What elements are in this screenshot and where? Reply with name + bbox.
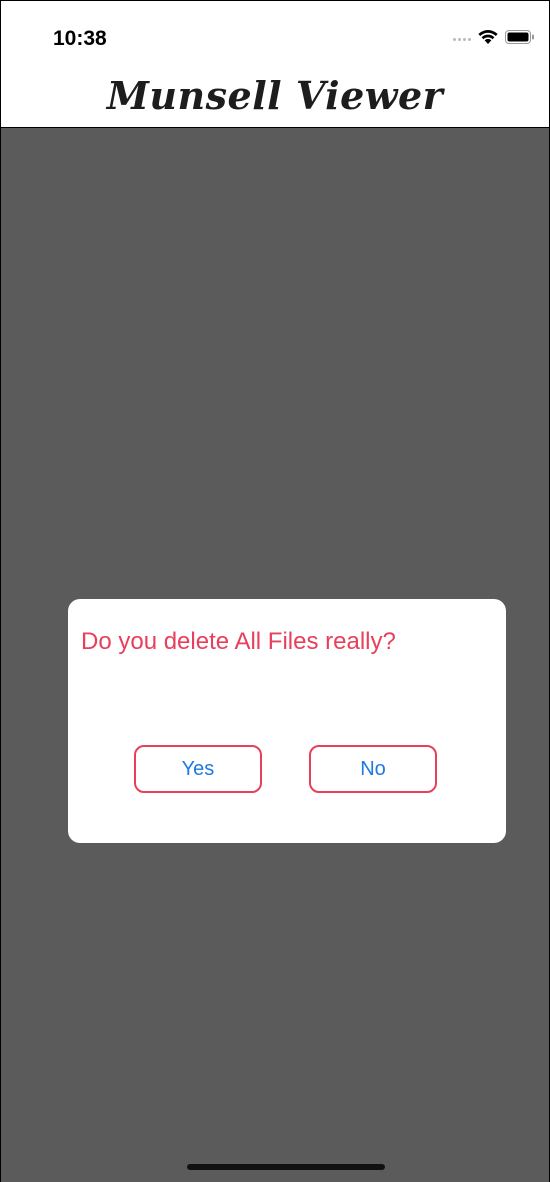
wifi-icon — [477, 29, 499, 50]
status-icons — [453, 29, 535, 50]
status-time: 10:38 — [53, 27, 107, 50]
status-bar: 10:38 — [1, 1, 549, 77]
yes-button[interactable]: Yes — [134, 745, 262, 793]
cellular-signal-icon — [453, 38, 471, 41]
navigation-bar: Munsell Viewer — [1, 73, 549, 128]
dialog-message: Do you delete All Files really? — [81, 628, 396, 655]
app-title: Munsell Viewer — [106, 73, 444, 118]
home-indicator[interactable] — [187, 1164, 385, 1170]
delete-confirmation-dialog: Do you delete All Files really? Yes No — [68, 599, 506, 843]
no-button[interactable]: No — [309, 745, 437, 793]
app-frame: 10:38 Munsell Viewer Do you delete All F… — [0, 0, 550, 1182]
battery-icon — [505, 30, 535, 49]
